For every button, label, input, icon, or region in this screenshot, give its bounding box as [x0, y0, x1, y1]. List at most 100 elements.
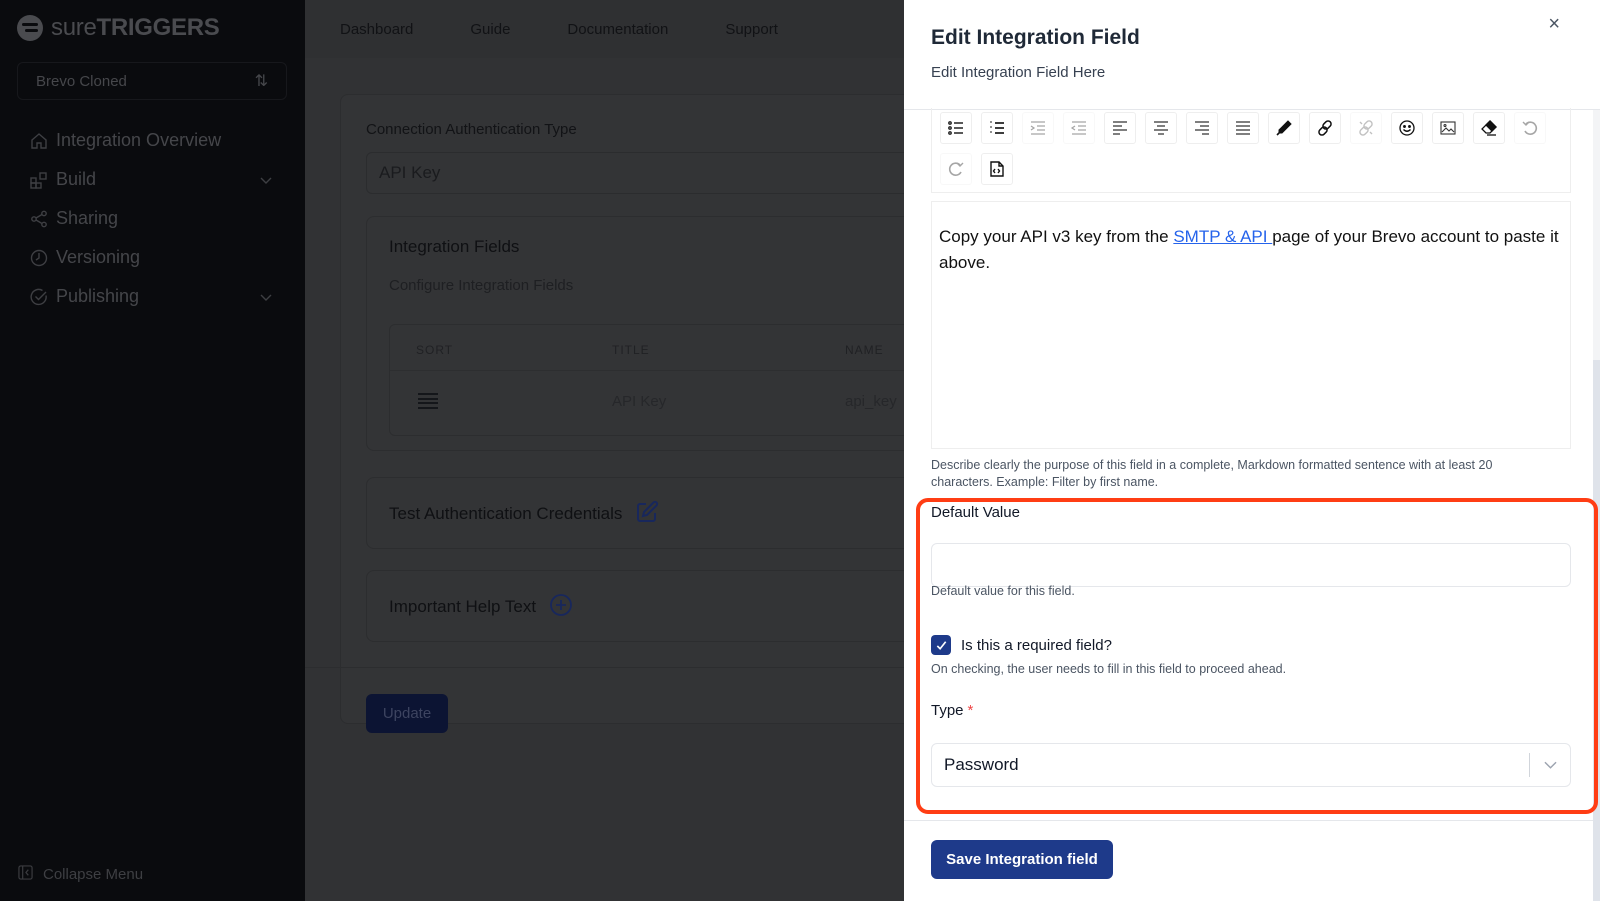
auth-type-select[interactable]: API Key	[366, 152, 926, 194]
bullet-list-icon[interactable]	[940, 112, 972, 144]
smtp-api-link[interactable]: SMTP & API	[1173, 227, 1272, 246]
column-header-title: TITLE	[612, 343, 650, 357]
logo-text-bold: TRIGGERS	[96, 14, 220, 41]
image-icon[interactable]	[1432, 112, 1464, 144]
row-title: API Key	[612, 393, 667, 410]
sidebar-item-label: Sharing	[56, 208, 119, 228]
table-row[interactable]: API Key api_key	[390, 370, 928, 437]
help-text-card: Important Help Text	[366, 570, 926, 642]
align-right-icon[interactable]	[1186, 112, 1218, 144]
sidebar-item-sharing[interactable]: Sharing	[30, 199, 280, 238]
sidebar-item-label: Build	[56, 169, 97, 189]
logo[interactable]: sureTRIGGERS	[17, 14, 220, 42]
emoji-icon[interactable]	[1391, 112, 1423, 144]
source-code-icon[interactable]	[981, 153, 1013, 185]
check-icon	[936, 640, 946, 650]
collapse-sidebar-icon	[18, 865, 33, 884]
drawer-footer-divider	[904, 820, 1593, 821]
sidebar-item-versioning[interactable]: Versioning	[30, 238, 280, 277]
align-center-icon[interactable]	[1145, 112, 1177, 144]
default-value-label: Default Value	[931, 504, 1020, 521]
add-circle-icon[interactable]	[549, 593, 573, 622]
top-nav: Dashboard Guide Documentation Support	[305, 0, 905, 58]
edit-icon[interactable]	[635, 500, 659, 529]
auth-type-value: API Key	[379, 163, 441, 182]
numbered-list-icon[interactable]	[981, 112, 1013, 144]
type-select-value: Password	[944, 755, 1019, 774]
redo-icon[interactable]	[940, 153, 972, 185]
rich-text-editor: Copy your API v3 key from the SMTP & API…	[931, 108, 1571, 449]
sidebar-item-integration-overview[interactable]: Integration Overview	[30, 121, 280, 160]
unlink-icon[interactable]	[1350, 112, 1382, 144]
nav-link-documentation[interactable]: Documentation	[567, 21, 668, 38]
type-label-text: Type	[931, 702, 964, 719]
test-auth-card: Test Authentication Credentials	[366, 477, 926, 549]
sidebar-item-publishing[interactable]: Publishing	[30, 277, 280, 316]
indent-icon[interactable]	[1022, 112, 1054, 144]
logo-text-light: sure	[51, 14, 97, 41]
editor-help-text: Describe clearly the purpose of this fie…	[931, 458, 1493, 489]
swap-vertical-icon: ⇅	[254, 73, 268, 90]
sidebar-item-label: Versioning	[56, 247, 141, 267]
required-asterisk: *	[967, 702, 974, 719]
drag-handle-icon[interactable]	[418, 393, 438, 409]
logo-mark-icon	[17, 15, 43, 41]
eraser-icon[interactable]	[1473, 112, 1505, 144]
type-label: Type *	[931, 702, 973, 719]
save-integration-field-button[interactable]: Save Integration field	[931, 840, 1113, 879]
project-name: Brevo Cloned	[36, 72, 127, 90]
column-header-sort: SORT	[416, 343, 454, 357]
nav-link-dashboard[interactable]: Dashboard	[340, 21, 413, 38]
link-icon[interactable]	[1309, 112, 1341, 144]
clock-icon	[30, 249, 48, 267]
home-icon	[30, 132, 48, 150]
type-select[interactable]: Password	[931, 743, 1571, 787]
integration-fields-table: SORT TITLE NAME API Key api_key	[389, 324, 929, 436]
undo-icon[interactable]	[1514, 112, 1546, 144]
collapse-menu-button[interactable]: Collapse Menu	[18, 865, 143, 884]
help-text-title: Important Help Text	[389, 593, 573, 622]
align-justify-icon[interactable]	[1227, 112, 1259, 144]
editor-toolbar	[931, 108, 1571, 193]
edit-field-drawer: Edit Integration Field Edit Integration …	[904, 0, 1600, 901]
share-icon	[30, 210, 48, 228]
column-header-name: NAME	[845, 343, 884, 357]
test-auth-title: Test Authentication Credentials	[389, 500, 659, 529]
logo-text: sureTRIGGERS	[51, 14, 220, 42]
collapse-menu-label: Collapse Menu	[43, 866, 144, 883]
required-field-row: Is this a required field?	[931, 635, 1112, 655]
chevron-down-icon[interactable]	[1530, 761, 1570, 769]
outdent-icon[interactable]	[1063, 112, 1095, 144]
update-button[interactable]: Update	[366, 694, 448, 733]
close-icon[interactable]: ×	[1548, 13, 1560, 36]
integration-fields-title: Integration Fields	[389, 237, 520, 256]
auth-type-label: Connection Authentication Type	[366, 121, 577, 138]
required-help: On checking, the user needs to fill in t…	[931, 662, 1287, 676]
default-value-input[interactable]	[931, 543, 1571, 587]
pen-color-icon[interactable]	[1268, 112, 1300, 144]
drawer-title: Edit Integration Field	[931, 26, 1140, 49]
project-switcher[interactable]: Brevo Cloned ⇅	[17, 62, 287, 100]
chevron-down-icon	[260, 286, 272, 307]
blocks-icon	[30, 171, 48, 189]
integration-fields-card: Integration Fields Configure Integration…	[366, 216, 929, 451]
editor-content[interactable]: Copy your API v3 key from the SMTP & API…	[931, 201, 1571, 449]
sidebar-nav: Integration Overview Build Sharing Versi…	[30, 121, 280, 316]
nav-link-guide[interactable]: Guide	[470, 21, 510, 38]
main-divider	[305, 667, 905, 668]
required-checkbox-label[interactable]: Is this a required field?	[961, 637, 1112, 654]
chevron-down-icon	[260, 169, 272, 190]
row-name: api_key	[845, 393, 897, 410]
integration-fields-description: Configure Integration Fields	[389, 277, 574, 294]
sidebar-item-label: Publishing	[56, 286, 140, 306]
test-auth-title-text: Test Authentication Credentials	[389, 503, 623, 523]
sidebar-item-build[interactable]: Build	[30, 160, 280, 199]
align-left-icon[interactable]	[1104, 112, 1136, 144]
scrollbar-thumb[interactable]	[1593, 360, 1600, 901]
editor-text-before-link: Copy your API v3 key from the	[939, 227, 1174, 246]
nav-link-support[interactable]: Support	[725, 21, 778, 38]
required-checkbox[interactable]	[931, 635, 951, 655]
default-value-help: Default value for this field.	[931, 584, 1075, 598]
drawer-subtitle: Edit Integration Field Here	[931, 64, 1106, 81]
drawer-header: Edit Integration Field Edit Integration …	[904, 0, 1600, 110]
